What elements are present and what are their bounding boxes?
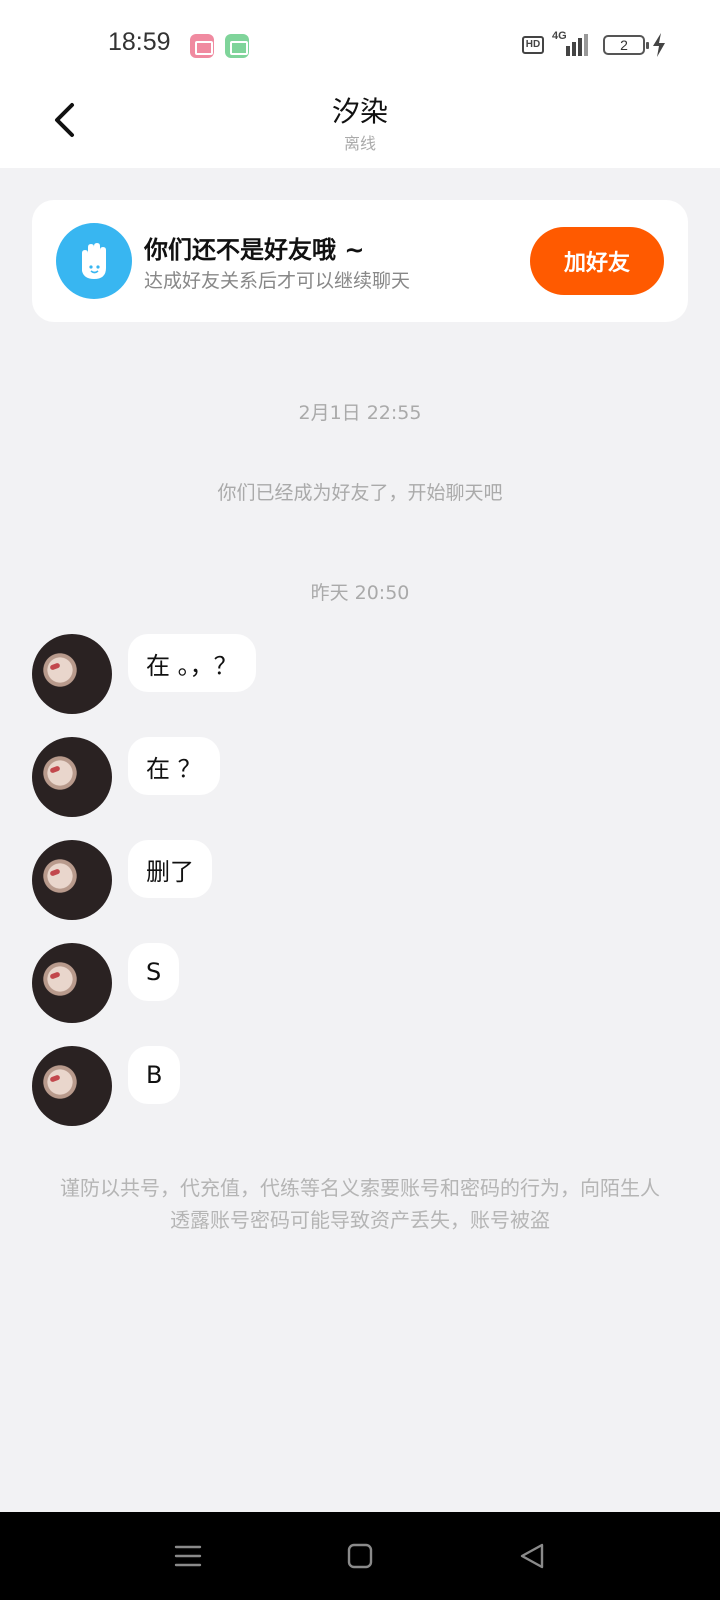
hand-badge [56, 223, 132, 299]
message-row: S [32, 943, 672, 1023]
message-row: 删了 [32, 840, 672, 920]
timestamp: 昨天 20:50 [310, 582, 410, 604]
avatar[interactable] [32, 634, 112, 714]
not-friends-banner: 你们还不是好友哦 ~ 达成好友关系后才可以继续聊天 加好友 [32, 200, 688, 322]
timestamp: 2月1日 22:55 [298, 402, 422, 424]
charging-icon [653, 33, 665, 57]
menu-icon[interactable] [172, 1540, 204, 1572]
message-row: 在 。，？ [32, 634, 672, 714]
avatar[interactable] [32, 737, 112, 817]
network-type: 4G [552, 30, 567, 42]
hd-icon: HD [522, 36, 544, 54]
message-bubble[interactable]: B [128, 1046, 181, 1104]
chat-header: 汐染 离线 [0, 80, 720, 168]
banner-title: 你们还不是好友哦 ~ [144, 236, 365, 264]
system-nav-bar [0, 1512, 720, 1600]
back-triangle-icon[interactable] [516, 1540, 548, 1572]
message-row: B [32, 1046, 672, 1126]
contact-name: 汐染 [331, 95, 388, 128]
battery-icon: 2 [603, 35, 649, 55]
avatar[interactable] [32, 1046, 112, 1126]
message-row: 在 ？ [32, 737, 672, 817]
message-bubble[interactable]: 删了 [128, 840, 212, 898]
status-time: 18:59 [108, 28, 171, 56]
security-warning: 谨防以共号，代充值，代练等名义索要账号和密码的行为，向陌生人透露账号密码可能导致… [60, 1176, 660, 1232]
message-bubble[interactable]: S [128, 943, 180, 1001]
message-bubble[interactable]: 在 ？ [128, 737, 220, 795]
banner-subtitle: 达成好友关系后才可以继续聊天 [144, 270, 411, 292]
message-notification-icon [225, 34, 249, 58]
avatar[interactable] [32, 840, 112, 920]
message-bubble[interactable]: 在 。，？ [128, 634, 256, 692]
contact-status: 离线 [343, 134, 376, 153]
status-bar: 18:59 HD 4G 2 [0, 0, 720, 80]
avatar[interactable] [32, 943, 112, 1023]
add-friend-button[interactable]: 加好友 [530, 227, 664, 295]
waving-hand-icon [82, 243, 106, 279]
home-icon[interactable] [344, 1540, 376, 1572]
system-message: 你们已经成为好友了，开始聊天吧 [217, 482, 503, 504]
video-notification-icon [190, 34, 214, 58]
